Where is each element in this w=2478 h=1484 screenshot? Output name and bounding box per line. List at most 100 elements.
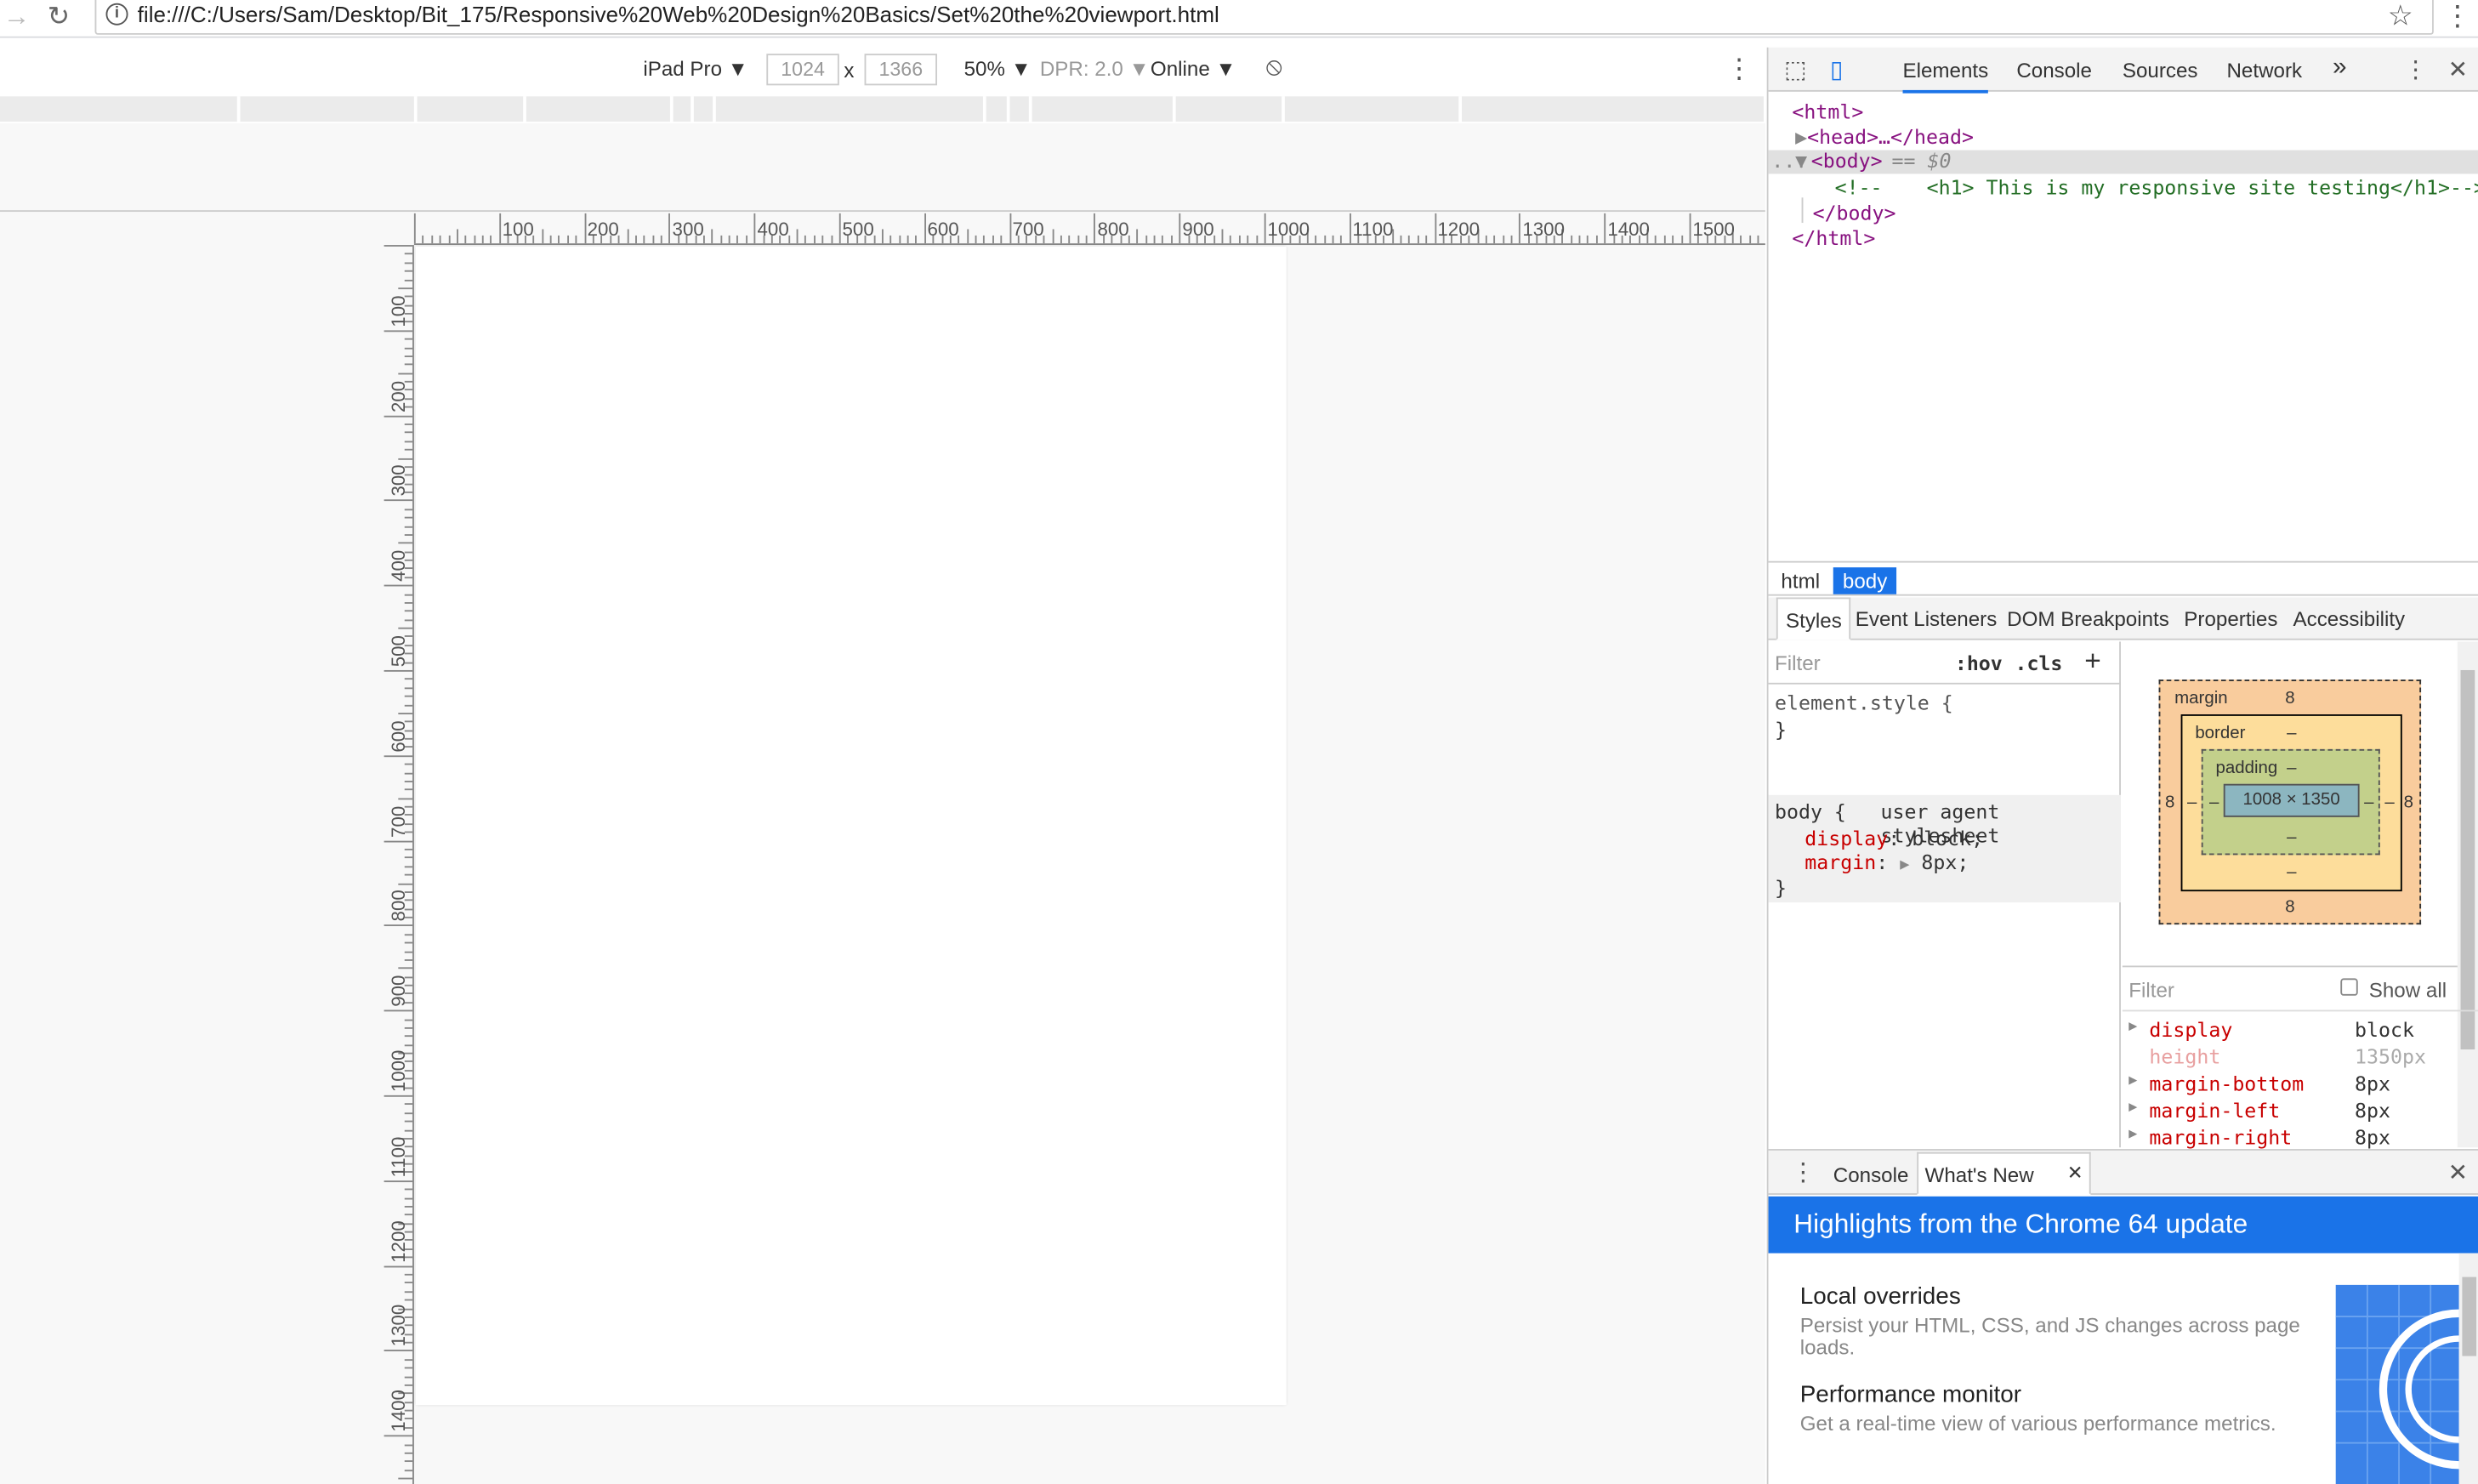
dom-html-open[interactable]: <html> <box>1792 100 1863 123</box>
feature-item[interactable]: Performance monitor Get a real-time view… <box>1800 1381 2306 1435</box>
border-bottom-value[interactable]: – <box>2287 863 2296 882</box>
tab-accessibility[interactable]: Accessibility <box>2293 607 2406 631</box>
box-content[interactable]: 1008 × 1350 <box>2223 783 2360 817</box>
ruler-tick <box>541 229 543 244</box>
computed-row[interactable]: ▶ margin-bottom 8px <box>2123 1072 2454 1099</box>
computed-row[interactable]: ▶ display block <box>2123 1018 2454 1045</box>
height-input[interactable]: 1366 <box>864 54 938 86</box>
style-prop-margin[interactable]: margin: ▶ 8px; <box>1805 850 1969 874</box>
ruler-tick <box>1595 235 1598 244</box>
ruler-tick <box>1085 235 1088 244</box>
padding-top-value[interactable]: – <box>2287 759 2296 777</box>
breadcrumb: html body <box>1768 560 2478 596</box>
expand-triangle-icon[interactable]: ▶ <box>2128 1100 2137 1116</box>
tab-styles[interactable]: Styles <box>1776 597 1851 640</box>
border-right-value[interactable]: – <box>2384 793 2394 812</box>
device-screen[interactable] <box>415 246 1287 1406</box>
ruler-tick <box>813 235 816 244</box>
omnibox[interactable]: i file:///C:/Users/Sam/Desktop/Bit_175/R… <box>94 0 2434 35</box>
margin-top-value[interactable]: 8 <box>2285 689 2294 708</box>
network-select[interactable]: Online ▼ <box>1151 57 1236 81</box>
margin-left-value[interactable]: 8 <box>2165 793 2174 812</box>
new-style-rule-button[interactable]: + <box>2084 645 2101 678</box>
show-all-checkbox[interactable] <box>2340 978 2358 996</box>
computed-filter-input[interactable]: Filter <box>2128 978 2174 1002</box>
dom-head-node[interactable]: ▶<head>…</head> <box>1795 125 1974 149</box>
padding-left-value[interactable]: – <box>2209 793 2219 812</box>
device-toolbar-menu-icon[interactable]: ⋮ <box>1725 54 1753 85</box>
box-border[interactable]: border – – – – padding – – – – 1008 × 13… <box>2180 714 2402 892</box>
ruler-tick <box>1264 213 1266 244</box>
padding-bottom-value[interactable]: – <box>2287 828 2296 847</box>
breadcrumb-html[interactable]: html <box>1771 567 1829 594</box>
styles-filter-input[interactable]: Filter <box>1775 651 1821 675</box>
inspect-element-icon[interactable]: ⬚ <box>1784 55 1806 84</box>
body-ua-rule[interactable]: body { user agent stylesheet display: bl… <box>1768 794 2121 903</box>
close-drawer-icon[interactable]: ✕ <box>2448 1158 2468 1187</box>
url-text[interactable]: file:///C:/Users/Sam/Desktop/Bit_175/Res… <box>138 2 1219 27</box>
expand-triangle-icon[interactable]: ▶ <box>2128 1073 2137 1089</box>
drawer-scrollbar-thumb[interactable] <box>2462 1276 2477 1356</box>
border-top-value[interactable]: – <box>2287 724 2296 742</box>
show-all-label[interactable]: Show all <box>2369 978 2447 1002</box>
rotate-icon[interactable]: ⦸ <box>1266 54 1294 82</box>
breadcrumb-body[interactable]: body <box>1833 567 1897 594</box>
dom-body-close[interactable]: </body> <box>1813 201 1896 225</box>
tab-properties[interactable]: Properties <box>2184 607 2277 631</box>
tab-event-listeners[interactable]: Event Listeners <box>1856 607 1998 631</box>
device-toolbar-toggle-icon[interactable]: ▯ <box>1830 55 1843 84</box>
feature-item[interactable]: Local overrides Persist your HTML, CSS, … <box>1800 1283 2306 1359</box>
expand-triangle-icon[interactable]: ▶ <box>2128 1020 2137 1036</box>
close-devtools-icon[interactable]: ✕ <box>2448 55 2468 84</box>
ruler-tick <box>384 415 413 417</box>
collapse-triangle-icon[interactable]: ▼ <box>1795 149 1807 173</box>
margin-bottom-value[interactable]: 8 <box>2285 898 2294 917</box>
element-style-rule[interactable]: element.style { } <box>1769 689 2121 746</box>
device-select[interactable]: iPad Pro ▼ <box>643 57 747 81</box>
expand-triangle-icon[interactable]: ▶ <box>1795 125 1807 149</box>
close-tab-icon[interactable]: ✕ <box>2067 1162 2083 1184</box>
dpr-select[interactable]: DPR: 2.0 ▼ <box>1040 57 1150 81</box>
ruler-tick <box>881 229 884 244</box>
cls-toggle[interactable]: .cls <box>2015 651 2062 675</box>
forward-arrow-icon[interactable]: → <box>3 2 31 33</box>
tab-sources[interactable]: Sources <box>2123 59 2198 82</box>
hov-toggle[interactable]: :hov <box>1955 651 2003 675</box>
style-prop-display[interactable]: display: block; <box>1805 827 1983 850</box>
drawer-tab-console[interactable]: Console <box>1833 1163 1909 1187</box>
reload-icon[interactable]: ↻ <box>48 2 70 33</box>
tab-elements[interactable]: Elements <box>1902 59 1989 94</box>
feature-illustration-graphic <box>2335 1284 2459 1484</box>
computed-row[interactable]: ▶ margin-right 8px <box>2123 1125 2454 1151</box>
devtools-menu-icon[interactable]: ⋮ <box>2404 55 2428 84</box>
drawer-tab-whats-new[interactable]: What's New ✕ <box>1917 1151 2091 1195</box>
browser-menu-icon[interactable]: ⋮ <box>2443 0 2471 33</box>
tab-network[interactable]: Network <box>2226 59 2302 82</box>
drawer-menu-icon[interactable]: ⋮ <box>1791 1157 1816 1188</box>
expand-triangle-icon[interactable]: ▶ <box>1900 856 1909 873</box>
bookmark-star-icon[interactable]: ☆ <box>2388 0 2413 33</box>
width-input[interactable]: 1024 <box>766 54 839 86</box>
padding-right-value[interactable]: – <box>2364 793 2373 812</box>
box-padding[interactable]: padding – – – – 1008 × 1350 <box>2201 748 2380 856</box>
tab-dom-breakpoints[interactable]: DOM Breakpoints <box>2007 607 2169 631</box>
ruler-label: 800 <box>1097 218 1129 241</box>
zoom-select[interactable]: 50% ▼ <box>964 57 1032 81</box>
ruler-tick <box>404 958 413 961</box>
margin-right-value[interactable]: 8 <box>2404 793 2413 812</box>
border-left-value[interactable]: – <box>2187 793 2197 812</box>
more-tabs-icon[interactable]: » <box>2333 54 2347 82</box>
media-query-bar[interactable] <box>0 96 1764 122</box>
ruler-tick <box>1340 235 1343 244</box>
expand-triangle-icon[interactable]: ▶ <box>2128 1127 2137 1143</box>
dom-html-close[interactable]: </html> <box>1792 226 1875 250</box>
computed-row[interactable]: ▶ margin-left 8px <box>2123 1099 2454 1126</box>
dom-body-node[interactable]: ... ▼ <body> == $0 <box>1768 149 2478 174</box>
ruler-tick <box>924 213 926 244</box>
computed-row[interactable]: height 1350px <box>2123 1044 2454 1072</box>
tab-console[interactable]: Console <box>2016 59 2092 82</box>
ruler-tick <box>404 1375 413 1378</box>
info-icon[interactable]: i <box>105 3 128 26</box>
dom-comment-node[interactable]: <!-- <h1> This is my responsive site test… <box>1835 175 2478 199</box>
box-margin[interactable]: margin 8 8 8 8 border – – – – padding – … <box>2158 679 2422 925</box>
